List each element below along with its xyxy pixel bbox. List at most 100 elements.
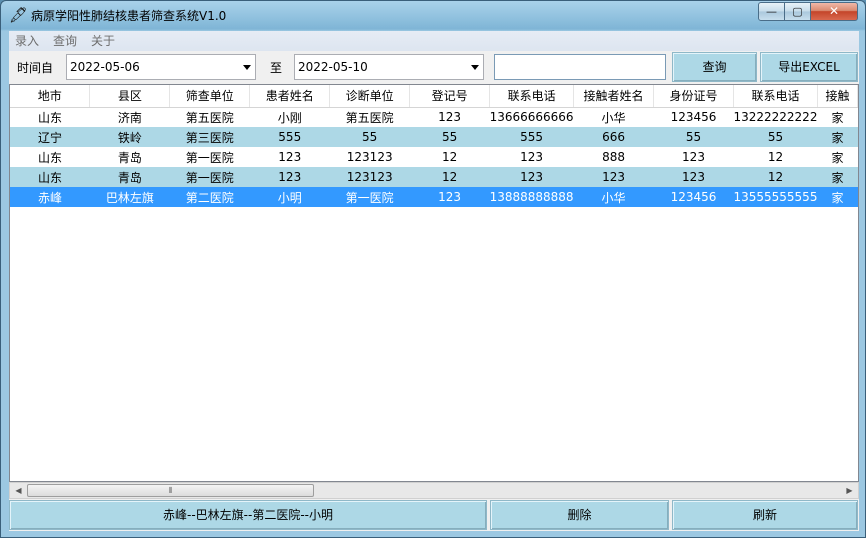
table-cell: 青岛 <box>89 167 170 187</box>
table-cell: 第五医院 <box>169 107 250 127</box>
minimize-button[interactable]: — <box>758 2 785 21</box>
close-button[interactable]: ✕ <box>810 2 858 21</box>
table-cell: 赤峰 <box>10 187 90 207</box>
column-header[interactable]: 身份证号 <box>653 85 734 108</box>
table-cell: 家 <box>817 187 858 207</box>
table-cell: 123 <box>409 187 490 207</box>
column-header[interactable]: 筛查单位 <box>169 85 251 108</box>
table-cell: 家 <box>817 107 858 127</box>
column-header[interactable]: 患者姓名 <box>249 85 331 108</box>
table-cell: 123123 <box>329 167 410 187</box>
query-button[interactable]: 查询 <box>672 52 757 82</box>
table-cell: 123 <box>249 147 330 167</box>
feather-icon: 🖋 <box>9 6 29 24</box>
table-cell: 山东 <box>10 167 90 187</box>
table-cell: 第二医院 <box>169 187 250 207</box>
table-cell: 123 <box>249 167 330 187</box>
menu-item-entry[interactable]: 录入 <box>15 32 39 50</box>
table-cell: 山东 <box>10 147 90 167</box>
table-cell: 888 <box>573 147 654 167</box>
menu-item-query[interactable]: 查询 <box>53 32 77 50</box>
column-header[interactable]: 地市 <box>10 85 91 108</box>
column-header[interactable]: 联系电话 <box>733 85 818 108</box>
table-cell: 123 <box>573 167 654 187</box>
scroll-thumb[interactable]: ⦀ <box>27 484 314 497</box>
table-cell: 12 <box>409 147 490 167</box>
date-from-label: 时间自 <box>17 61 54 75</box>
chevron-down-icon <box>471 65 479 70</box>
table-cell: 123 <box>489 147 574 167</box>
scroll-left-icon[interactable]: ◀ <box>10 483 27 498</box>
table-cell: 55 <box>409 127 490 147</box>
table-cell: 12 <box>733 167 818 187</box>
table-cell: 第五医院 <box>329 107 410 127</box>
table-cell: 555 <box>489 127 574 147</box>
date-to-select[interactable]: 2022-05-10 <box>294 54 484 80</box>
table-row[interactable]: 山东 青岛 第一医院 123 123123 12 123 888 123 12 … <box>10 147 858 167</box>
table-cell: 辽宁 <box>10 127 90 147</box>
search-input[interactable] <box>494 54 666 80</box>
table-cell: 55 <box>329 127 410 147</box>
column-header[interactable]: 接触者姓名 <box>573 85 655 108</box>
menu-bar: 录入 查询 关于 <box>9 31 859 51</box>
table-cell: 家 <box>817 127 858 147</box>
refresh-button[interactable]: 刷新 <box>672 500 858 530</box>
delete-button[interactable]: 删除 <box>490 500 669 530</box>
window-title: 病原学阳性肺结核患者筛查系统V1.0 <box>31 9 227 23</box>
table-cell: 123 <box>409 107 490 127</box>
table-cell: 铁岭 <box>89 127 170 147</box>
table-cell: 小明 <box>249 187 330 207</box>
scroll-right-icon[interactable]: ▶ <box>841 483 858 498</box>
maximize-button[interactable]: ▢ <box>784 2 811 21</box>
table-cell: 济南 <box>89 107 170 127</box>
table-row-selected[interactable]: 赤峰 巴林左旗 第二医院 小明 第一医院 123 13888888888 小华 … <box>10 187 858 207</box>
column-header[interactable]: 县区 <box>89 85 171 108</box>
column-header[interactable]: 接触 <box>817 85 858 108</box>
table-cell: 第三医院 <box>169 127 250 147</box>
filter-toolbar: 时间自 2022-05-06 至 2022-05-10 查询 导出EXCEL <box>9 51 859 83</box>
table-cell: 123456 <box>653 187 734 207</box>
table-cell: 555 <box>249 127 330 147</box>
table-row[interactable]: 山东 济南 第五医院 小刚 第五医院 123 13666666666 小华 12… <box>10 107 858 127</box>
table-cell: 山东 <box>10 107 90 127</box>
table-cell: 巴林左旗 <box>89 187 170 207</box>
horizontal-scrollbar[interactable]: ◀ ⦀ ▶ <box>9 482 859 499</box>
table-cell: 123 <box>653 147 734 167</box>
table-cell: 家 <box>817 147 858 167</box>
table-cell: 第一医院 <box>169 147 250 167</box>
column-header[interactable]: 联系电话 <box>489 85 575 108</box>
client-area: 录入 查询 关于 时间自 2022-05-06 至 2022-05-10 查询 … <box>9 31 859 531</box>
table-cell: 家 <box>817 167 858 187</box>
table-cell: 123456 <box>653 107 734 127</box>
table-cell: 13888888888 <box>489 187 574 207</box>
title-bar[interactable]: 🖋 病原学阳性肺结核患者筛查系统V1.0 — ▢ ✕ <box>1 1 865 29</box>
table-cell: 第一医院 <box>169 167 250 187</box>
date-to-value: 2022-05-10 <box>298 60 368 74</box>
table-header-row: 地市 县区 筛查单位 患者姓名 诊断单位 登记号 联系电话 接触者姓名 身份证号… <box>10 85 858 108</box>
table-cell: 55 <box>653 127 734 147</box>
table-cell: 13555555555 <box>733 187 818 207</box>
table-cell: 13666666666 <box>489 107 574 127</box>
table-cell: 55 <box>733 127 818 147</box>
export-excel-button[interactable]: 导出EXCEL <box>760 52 858 82</box>
table-cell: 小刚 <box>249 107 330 127</box>
table-cell: 12 <box>733 147 818 167</box>
table-row[interactable]: 山东 青岛 第一医院 123 123123 12 123 123 123 12 … <box>10 167 858 187</box>
table-cell: 123123 <box>329 147 410 167</box>
date-from-select[interactable]: 2022-05-06 <box>66 54 256 80</box>
table-cell: 第一医院 <box>329 187 410 207</box>
menu-item-about[interactable]: 关于 <box>91 32 115 50</box>
table-cell: 123 <box>653 167 734 187</box>
app-window: 🖋 病原学阳性肺结核患者筛查系统V1.0 — ▢ ✕ 录入 查询 关于 时间自 … <box>0 0 866 538</box>
date-to-label: 至 <box>270 61 283 75</box>
selected-record-label: 赤峰--巴林左旗--第二医院--小明 <box>9 500 487 530</box>
table-cell: 13222222222 <box>733 107 818 127</box>
table-cell: 青岛 <box>89 147 170 167</box>
date-from-value: 2022-05-06 <box>70 60 140 74</box>
patient-table[interactable]: 地市 县区 筛查单位 患者姓名 诊断单位 登记号 联系电话 接触者姓名 身份证号… <box>9 84 859 482</box>
column-header[interactable]: 登记号 <box>409 85 491 108</box>
chevron-down-icon <box>243 65 251 70</box>
table-cell: 666 <box>573 127 654 147</box>
column-header[interactable]: 诊断单位 <box>329 85 411 108</box>
table-row[interactable]: 辽宁 铁岭 第三医院 555 55 55 555 666 55 55 家 <box>10 127 858 147</box>
